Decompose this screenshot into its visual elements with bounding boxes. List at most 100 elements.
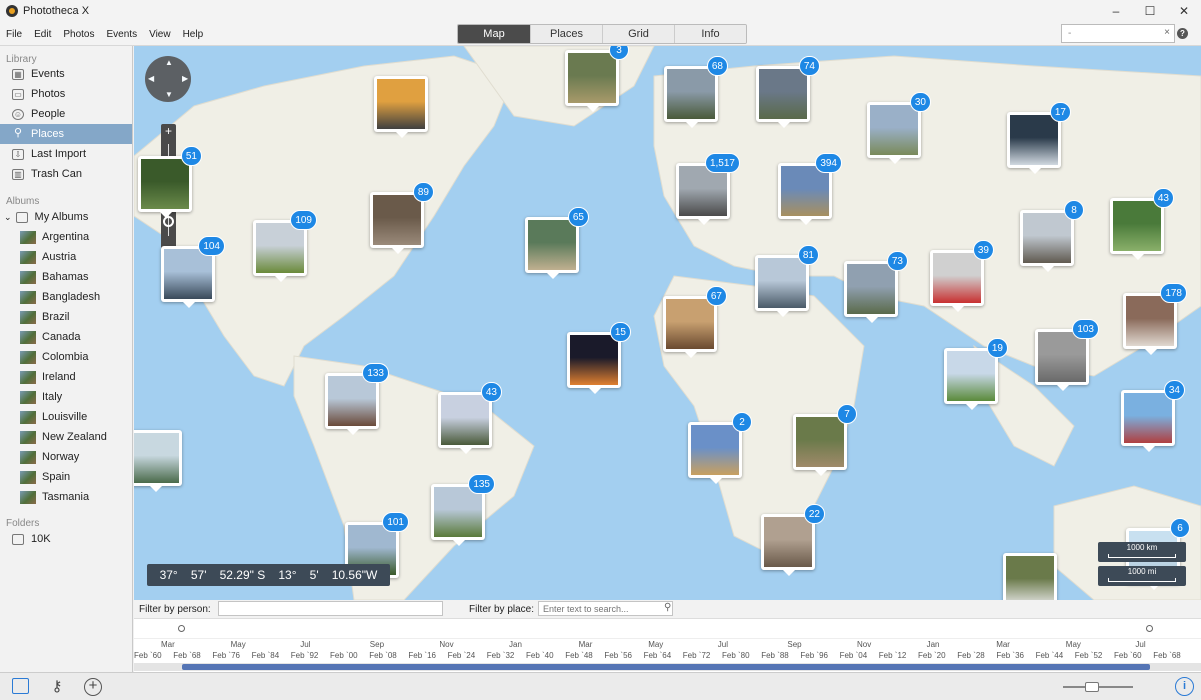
album-item-brazil[interactable]: Brazil (0, 307, 132, 327)
timeline-scrollbar[interactable] (134, 663, 1201, 671)
zoom-in-button[interactable]: + (161, 124, 176, 138)
close-button[interactable]: ✕ (1167, 0, 1201, 22)
sidebar-item-places[interactable]: ⚲ Places (0, 124, 132, 144)
photo-pin[interactable]: 67 (663, 286, 727, 358)
sidebar-item-people[interactable]: ☺ People (0, 104, 132, 124)
photo-count-badge: 89 (412, 182, 434, 202)
photo-pin[interactable]: 17 (1007, 102, 1071, 174)
pan-up-icon[interactable]: ▲ (165, 58, 173, 67)
pan-left-icon[interactable]: ◀ (148, 74, 154, 83)
photo-pin[interactable]: 178 (1123, 283, 1187, 355)
pan-down-icon[interactable]: ▼ (165, 90, 173, 99)
photo-pin[interactable]: 89 (370, 182, 434, 254)
timeline-year-label: Feb `56 (604, 651, 632, 660)
sidebar-item-events[interactable]: ▦ Events (0, 64, 132, 84)
thumbnail-size-slider[interactable] (1063, 682, 1133, 692)
map-pan-control[interactable]: ▲ ▼ ◀ ▶ (145, 56, 191, 102)
photo-pin[interactable]: 394 (778, 153, 842, 225)
menu-edit[interactable]: Edit (28, 29, 57, 40)
photo-pin[interactable] (374, 76, 428, 138)
add-icon[interactable]: + (84, 678, 102, 696)
tab-places[interactable]: Places (530, 25, 602, 43)
menu-events[interactable]: Events (101, 29, 144, 40)
album-item-bahamas[interactable]: Bahamas (0, 267, 132, 287)
album-item-ireland[interactable]: Ireland (0, 367, 132, 387)
sidebar-item-my-albums[interactable]: ⌄ My Albums (0, 207, 132, 227)
photo-pin[interactable]: 109 (253, 210, 317, 282)
photo-pin[interactable]: 19 (944, 338, 1008, 410)
photo-pin[interactable]: 1,517 (676, 153, 740, 225)
tab-info[interactable]: Info (674, 25, 746, 43)
photo-pin[interactable]: 8 (1020, 200, 1084, 272)
timeline-end-handle[interactable] (1146, 625, 1153, 632)
album-item-new-zealand[interactable]: New Zealand (0, 427, 132, 447)
photo-pin[interactable]: 43 (1110, 188, 1174, 260)
photo-pin[interactable]: 39 (930, 240, 994, 312)
info-icon[interactable]: i (1175, 677, 1194, 696)
album-item-argentina[interactable]: Argentina (0, 227, 132, 247)
help-icon[interactable]: ? (1177, 28, 1188, 39)
timeline[interactable]: Mar May Jul Sep Nov Jan Mar May Jul Sep Nov Jan Mar M… (134, 618, 1201, 672)
album-item-tasmania[interactable]: Tasmania (0, 487, 132, 507)
pin-thumbnail (141, 159, 189, 209)
search-icon[interactable]: ⚲ (664, 602, 671, 613)
album-item-canada[interactable]: Canada (0, 327, 132, 347)
photo-pin[interactable]: 34 (1121, 380, 1185, 452)
menu-help[interactable]: Help (177, 29, 210, 40)
album-label: Colombia (42, 351, 89, 363)
key-icon[interactable]: ⚷ (48, 678, 66, 696)
tab-grid[interactable]: Grid (602, 25, 674, 43)
photo-pin[interactable]: 43 (438, 382, 502, 454)
search-input[interactable]: - × (1061, 24, 1175, 43)
album-item-austria[interactable]: Austria (0, 247, 132, 267)
photo-pin[interactable]: 74 (756, 56, 820, 128)
timeline-start-handle[interactable] (178, 625, 185, 632)
sidebar-item-last-import[interactable]: ⇩ Last Import (0, 144, 132, 164)
pan-right-icon[interactable]: ▶ (182, 74, 188, 83)
timeline-scroll-thumb[interactable] (182, 664, 1150, 670)
photo-pin[interactable]: 68 (664, 56, 728, 128)
sidebar-item-photos[interactable]: ▭ Photos (0, 84, 132, 104)
photo-pin[interactable]: 22 (761, 504, 825, 576)
slider-knob[interactable] (1085, 682, 1099, 692)
photo-pin[interactable] (1003, 553, 1057, 600)
photo-pin[interactable]: 7 (793, 404, 857, 476)
photo-pin[interactable]: 3 (565, 46, 629, 112)
maximize-button[interactable]: ☐ (1133, 0, 1167, 22)
filter-place-input[interactable] (538, 601, 673, 616)
photo-pin[interactable]: 103 (1035, 319, 1099, 391)
pin-thumbnail (764, 517, 812, 567)
scale-mi-label: 1000 mi (1127, 567, 1157, 576)
menu-view[interactable]: View (143, 29, 177, 40)
tab-map[interactable]: Map (458, 25, 530, 43)
photo-pin[interactable]: 30 (867, 92, 931, 164)
album-item-norway[interactable]: Norway (0, 447, 132, 467)
menu-file[interactable]: File (0, 29, 28, 40)
chevron-down-icon[interactable]: ⌄ (4, 212, 12, 223)
photo-count-badge: 8 (1064, 200, 1084, 220)
menu-photos[interactable]: Photos (57, 29, 100, 40)
photo-pin[interactable]: 135 (431, 474, 495, 546)
photo-pin[interactable]: 15 (567, 322, 631, 394)
sidebar-toggle-icon[interactable] (12, 678, 29, 694)
album-item-italy[interactable]: Italy (0, 387, 132, 407)
album-item-louisville[interactable]: Louisville (0, 407, 132, 427)
photo-pin[interactable]: 65 (525, 207, 589, 279)
minimize-button[interactable]: – (1099, 0, 1133, 22)
photo-pin[interactable]: 51 (138, 146, 202, 218)
album-item-spain[interactable]: Spain (0, 467, 132, 487)
photo-pin[interactable]: 104 (161, 236, 225, 308)
sidebar-item-label: My Albums (34, 211, 89, 223)
album-item-bangladesh[interactable]: Bangladesh (0, 287, 132, 307)
filter-person-input[interactable] (218, 601, 443, 616)
photo-pin[interactable]: 2 (688, 412, 752, 484)
photo-pin[interactable]: 73 (844, 251, 908, 323)
sidebar-item-trash-can[interactable]: ▥ Trash Can (0, 164, 132, 184)
clear-search-icon[interactable]: × (1164, 27, 1170, 38)
world-map[interactable]: ▲ ▼ ◀ ▶ + – 3 68 74 30 17 51 109 89 65 1… (134, 46, 1201, 600)
photo-pin[interactable]: 81 (755, 245, 819, 317)
album-item-colombia[interactable]: Colombia (0, 347, 132, 367)
folder-item-10k[interactable]: 10K (0, 529, 132, 549)
photo-pin[interactable] (134, 430, 182, 492)
photo-pin[interactable]: 133 (325, 363, 389, 435)
